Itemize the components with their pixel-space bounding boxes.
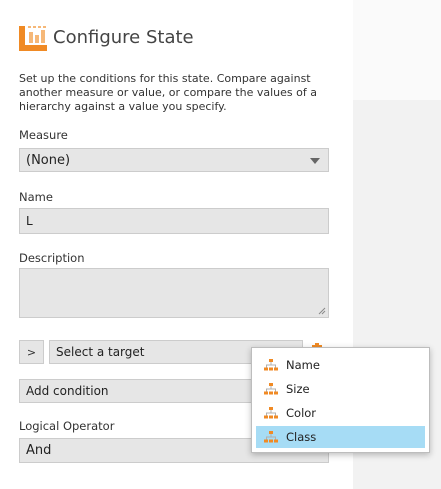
measure-select-value: (None) — [26, 152, 71, 168]
target-option-label: Name — [286, 358, 320, 372]
target-option-label: Class — [286, 430, 317, 444]
target-option-label: Size — [286, 382, 310, 396]
comparison-operator-button[interactable]: > — [19, 340, 44, 364]
state-config-icon — [19, 26, 47, 51]
page-title: Configure State — [53, 27, 194, 48]
target-dropdown-menu: Name Size Color Class — [251, 347, 430, 453]
canvas-area — [353, 0, 441, 100]
name-field-value: L — [26, 214, 33, 228]
hierarchy-icon — [264, 431, 278, 443]
logical-operator-label: Logical Operator — [19, 419, 115, 433]
hierarchy-icon — [264, 407, 278, 419]
target-option-size[interactable]: Size — [256, 378, 425, 400]
target-option-color[interactable]: Color — [256, 402, 425, 424]
target-option-class[interactable]: Class — [256, 426, 425, 448]
hierarchy-icon — [264, 359, 278, 371]
intro-text: Set up the conditions for this state. Co… — [19, 72, 317, 113]
measure-label: Measure — [19, 128, 68, 142]
description-label: Description — [19, 251, 85, 265]
target-select-placeholder: Select a target — [56, 345, 145, 359]
description-field[interactable] — [19, 268, 329, 318]
add-condition-label: Add condition — [26, 384, 109, 398]
name-field[interactable]: L — [19, 208, 329, 234]
resize-grip-icon[interactable] — [318, 307, 326, 315]
target-option-label: Color — [286, 406, 317, 420]
measure-select[interactable]: (None) — [19, 148, 329, 172]
chevron-down-icon — [310, 158, 320, 164]
hierarchy-icon — [264, 383, 278, 395]
logical-operator-value: And — [26, 443, 52, 458]
target-option-name[interactable]: Name — [256, 354, 425, 376]
name-label: Name — [19, 190, 53, 204]
